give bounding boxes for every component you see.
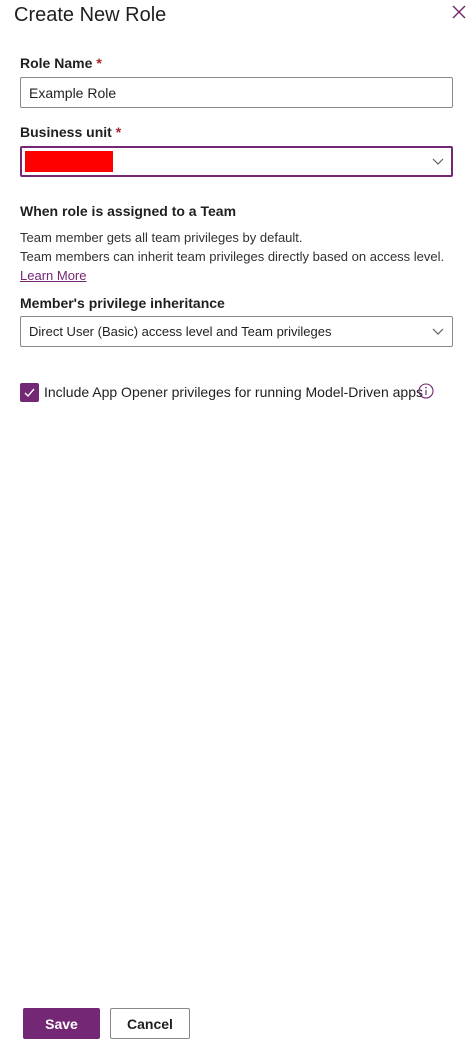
team-section-heading: When role is assigned to a Team (20, 203, 237, 219)
business-unit-dropdown[interactable] (20, 146, 453, 177)
required-marker: * (115, 124, 122, 140)
panel-title: Create New Role (14, 4, 167, 26)
learn-more-link[interactable]: Learn More (20, 268, 86, 283)
business-unit-label: Business unit * (20, 124, 121, 140)
save-button[interactable]: Save (23, 1008, 100, 1039)
app-opener-label: Include App Opener privileges for runnin… (44, 384, 423, 400)
chevron-down-icon (432, 158, 444, 165)
inheritance-label: Member's privilege inheritance (20, 295, 225, 311)
team-description-line1: Team member gets all team privileges by … (20, 230, 303, 245)
role-name-label-text: Role Name (20, 55, 93, 71)
checkmark-icon (24, 388, 35, 398)
info-button[interactable] (418, 383, 434, 399)
cancel-button[interactable]: Cancel (110, 1008, 190, 1039)
close-button[interactable] (450, 3, 468, 21)
close-icon (452, 5, 466, 19)
role-name-label: Role Name * (20, 55, 102, 71)
app-opener-checkbox[interactable] (20, 383, 39, 402)
role-name-input[interactable] (20, 77, 453, 108)
inheritance-dropdown[interactable]: Direct User (Basic) access level and Tea… (20, 316, 453, 347)
team-description-line2: Team members can inherit team privileges… (20, 249, 445, 264)
info-icon (418, 383, 434, 399)
required-marker: * (96, 55, 102, 71)
redacted-value (25, 151, 113, 172)
chevron-down-icon (432, 328, 444, 335)
business-unit-label-text: Business unit (20, 124, 112, 140)
inheritance-selected-value: Direct User (Basic) access level and Tea… (29, 324, 332, 339)
